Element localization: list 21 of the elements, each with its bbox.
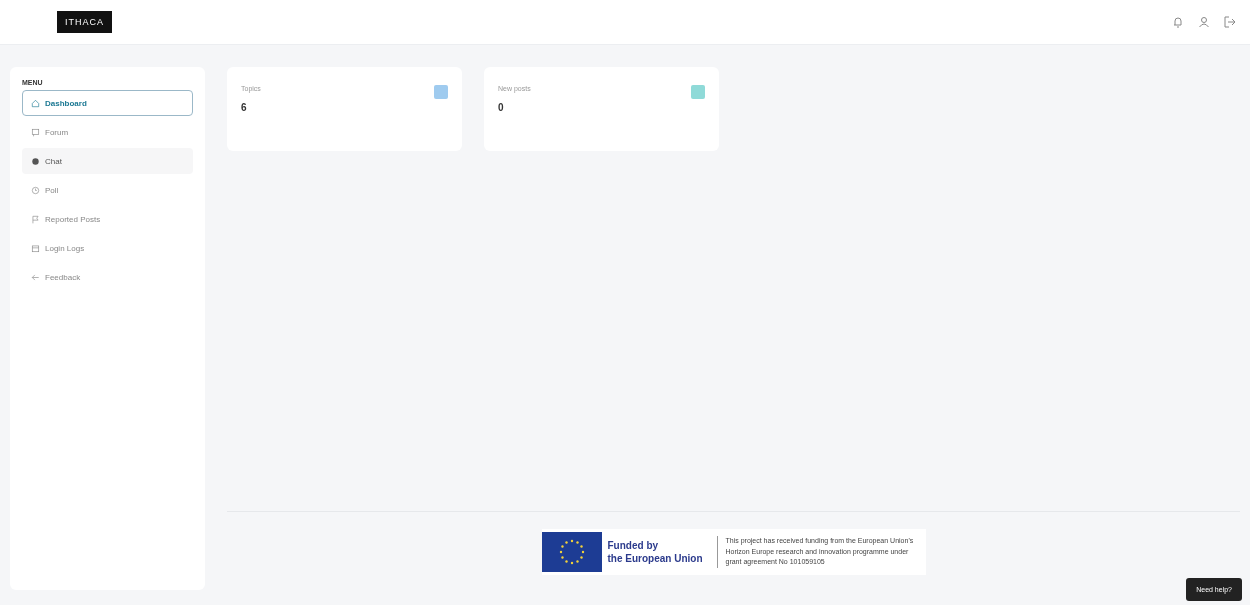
logout-icon[interactable] (1224, 16, 1236, 28)
menu-item[interactable]: Login Logs (22, 235, 193, 261)
stat-value: 0 (498, 102, 505, 113)
menu-item[interactable]: Feedback (22, 264, 193, 290)
menu-item[interactable]: Chat (22, 148, 193, 174)
dot-icon (31, 156, 40, 166)
chat-icon (31, 127, 40, 137)
logo: ITHACA (57, 11, 112, 33)
user-icon[interactable] (1198, 16, 1210, 28)
menu-item[interactable]: Poll (22, 177, 193, 203)
menu-item[interactable]: Forum (22, 119, 193, 145)
eu-flag-icon (541, 532, 602, 572)
funded-by-text: Funded by the European Union (606, 539, 704, 565)
stat-value: 6 (241, 102, 248, 113)
flag-icon (31, 214, 40, 224)
calendar-icon (31, 243, 40, 253)
home-icon (31, 98, 40, 108)
bell-icon[interactable] (1172, 16, 1184, 28)
clock-icon (31, 185, 40, 195)
menu-item[interactable]: Reported Posts (22, 206, 193, 232)
menu-item[interactable]: Dashboard (22, 90, 193, 116)
